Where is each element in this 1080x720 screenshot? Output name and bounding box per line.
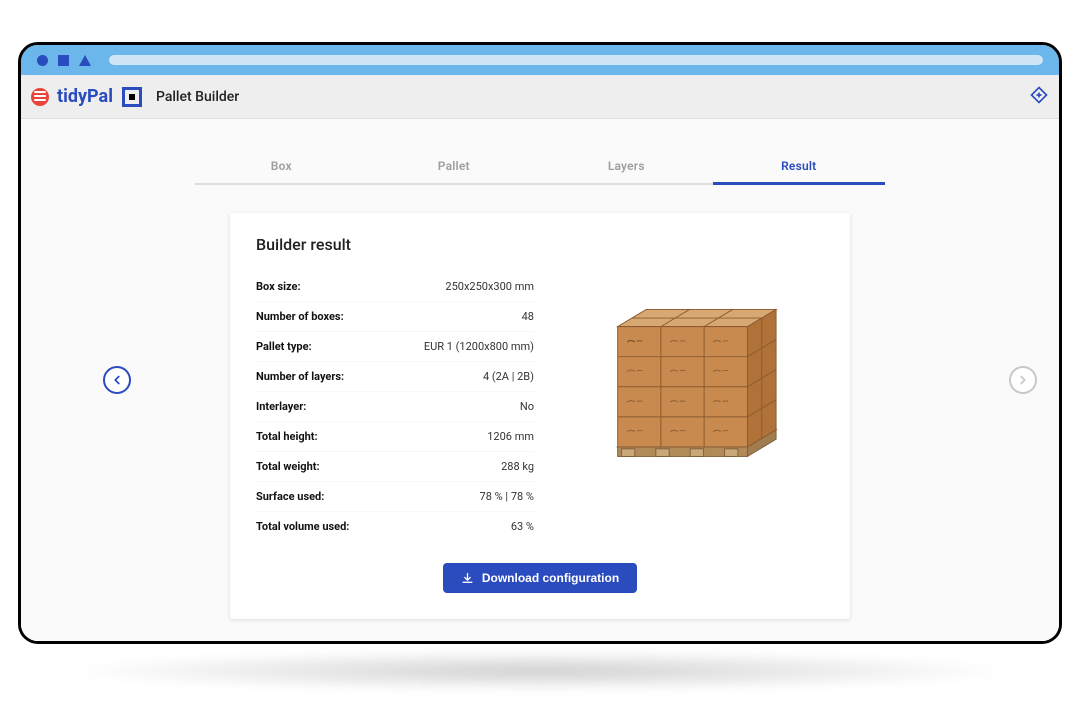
- download-configuration-button[interactable]: Download configuration: [443, 563, 637, 593]
- spec-value: EUR 1 (1200x800 mm): [424, 340, 534, 353]
- browser-window: tidyPal Pallet Builder Box Pallet La: [18, 42, 1062, 644]
- brand-mark-icon: [122, 87, 142, 107]
- window-shadow: [60, 650, 1020, 692]
- spec-label: Total volume used:: [256, 520, 349, 533]
- spec-value: 288 kg: [501, 460, 534, 473]
- brand-name: tidyPal: [57, 86, 113, 107]
- pallet-visualization: [564, 272, 824, 492]
- browser-titlebar: [21, 45, 1059, 75]
- spec-row: Pallet type: EUR 1 (1200x800 mm): [256, 332, 534, 362]
- address-bar-placeholder: [109, 55, 1043, 65]
- spec-value: 78 % | 78 %: [480, 490, 534, 503]
- spec-row: Total height: 1206 mm: [256, 422, 534, 452]
- spec-value: 4 (2A | 2B): [483, 370, 534, 383]
- download-label: Download configuration: [482, 571, 619, 585]
- result-card: Builder result Box size: 250x250x300 mm N…: [230, 213, 850, 619]
- spec-row: Box size: 250x250x300 mm: [256, 272, 534, 302]
- spec-value: No: [520, 400, 534, 413]
- spec-row: Total volume used: 63 %: [256, 512, 534, 541]
- window-dot-icon: [37, 55, 48, 66]
- download-icon: [461, 572, 474, 585]
- next-step-button: [1009, 366, 1037, 394]
- brand-logo-icon: [31, 88, 49, 106]
- tab-pallet[interactable]: Pallet: [368, 151, 541, 183]
- window-triangle-icon: [79, 55, 91, 66]
- spec-value: 48: [522, 310, 534, 323]
- spec-label: Surface used:: [256, 490, 324, 503]
- spec-label: Total height:: [256, 430, 318, 443]
- spec-label: Number of layers:: [256, 370, 344, 383]
- step-tabs: Box Pallet Layers Result: [195, 151, 885, 185]
- app-body: Box Pallet Layers Result Builder result …: [21, 119, 1059, 641]
- app-title: Pallet Builder: [156, 89, 239, 105]
- spec-value: 63 %: [511, 520, 534, 533]
- card-title: Builder result: [256, 235, 824, 254]
- spec-value: 250x250x300 mm: [445, 280, 534, 293]
- tab-result[interactable]: Result: [713, 151, 886, 183]
- app-area: tidyPal Pallet Builder Box Pallet La: [21, 75, 1059, 641]
- spec-row: Surface used: 78 % | 78 %: [256, 482, 534, 512]
- brand-diamond-icon: [1029, 85, 1049, 109]
- tab-box[interactable]: Box: [195, 151, 368, 183]
- spec-label: Number of boxes:: [256, 310, 344, 323]
- spec-label: Total weight:: [256, 460, 320, 473]
- spec-row: Number of layers: 4 (2A | 2B): [256, 362, 534, 392]
- spec-value: 1206 mm: [487, 430, 534, 443]
- tab-layers[interactable]: Layers: [540, 151, 713, 183]
- prev-step-button[interactable]: [103, 366, 131, 394]
- spec-table: Box size: 250x250x300 mm Number of boxes:…: [256, 272, 534, 541]
- app-header: tidyPal Pallet Builder: [21, 75, 1059, 119]
- spec-row: Number of boxes: 48: [256, 302, 534, 332]
- pallet-3d-icon: [589, 277, 799, 487]
- spec-row: Total weight: 288 kg: [256, 452, 534, 482]
- spec-label: Box size:: [256, 280, 301, 293]
- spec-label: Pallet type:: [256, 340, 312, 353]
- spec-row: Interlayer: No: [256, 392, 534, 422]
- window-square-icon: [58, 55, 69, 66]
- spec-label: Interlayer:: [256, 400, 306, 413]
